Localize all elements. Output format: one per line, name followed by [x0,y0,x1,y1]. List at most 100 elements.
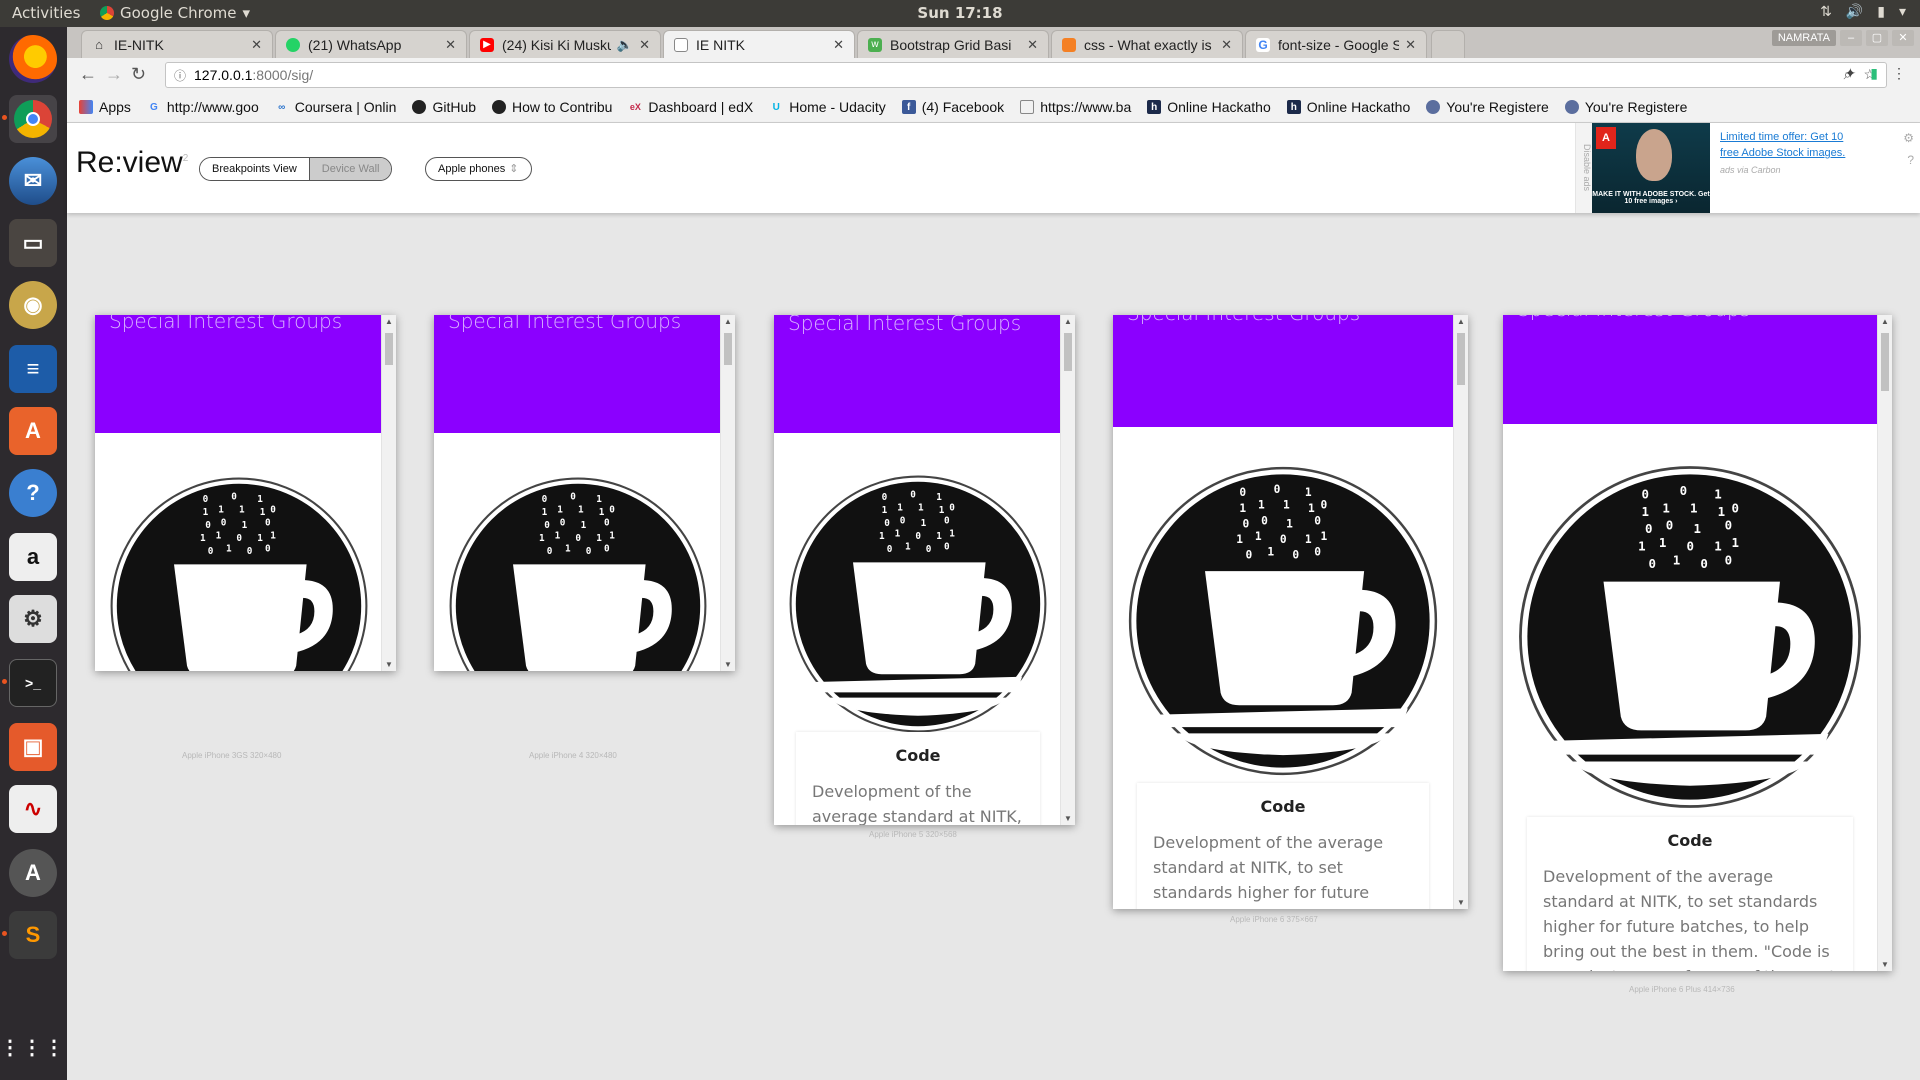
close-icon[interactable]: ✕ [445,37,456,53]
device-viewport[interactable]: Special Interest Groups [95,315,381,671]
screenshot-icon[interactable]: ▣ [9,723,57,771]
bookmark-item[interactable]: h Online Hackatho [1286,99,1410,115]
scroll-up-icon[interactable]: ▲ [385,317,393,326]
system-tray[interactable]: ⇅ 🔊 ▮ ▾ [1820,4,1906,20]
bookmark-item[interactable]: h Online Hackatho [1147,99,1271,115]
bookmark-item[interactable]: You're Registere [1426,99,1549,115]
help-icon[interactable]: ? [1907,153,1914,167]
amazon-icon[interactable]: a [9,533,57,581]
sig-card[interactable]: Code Development of the average standard… [1527,817,1853,971]
sublime-text-icon[interactable]: S [9,911,57,959]
scroll-down-icon[interactable]: ▼ [724,660,732,669]
bookmark-item[interactable]: Apps [79,99,131,115]
tab-4[interactable]: w Bootstrap Grid Basi ✕ [857,30,1049,58]
bookmark-item[interactable]: Ghttp://www.goo [147,99,259,115]
scrollbar[interactable]: ▲ ▼ [1453,315,1468,909]
scrollbar[interactable]: ▲ ▼ [1060,315,1075,825]
files-icon[interactable]: ▭ [9,219,57,267]
rhythmbox-icon[interactable]: ◉ [9,281,57,329]
scroll-down-icon[interactable]: ▼ [385,660,393,669]
new-tab-button[interactable] [1431,30,1465,58]
bookmark-item[interactable]: How to Contribu [492,99,612,115]
document-viewer-icon[interactable]: ∿ [9,785,57,833]
writer-icon[interactable]: ≡ [9,345,57,393]
clock[interactable]: Sun 17:18 [917,4,1002,22]
minimize-icon[interactable]: – [1840,30,1862,46]
maximize-icon[interactable]: ▢ [1866,30,1888,46]
breakpoints-view-button[interactable]: Breakpoints View [200,158,309,180]
tab-1[interactable]: (21) WhatsApp ✕ [275,30,467,58]
device-viewport[interactable]: Special Interest Groups Code Development… [774,315,1060,825]
menu-icon[interactable]: ⋮ [1892,65,1906,82]
scroll-up-icon[interactable]: ▲ [1064,317,1072,326]
close-icon[interactable]: ✕ [639,37,650,53]
bookmark-item[interactable]: f (4) Facebook [901,99,1004,115]
settings-icon[interactable]: ⚙ [1903,131,1914,145]
scrollbar[interactable]: ▲ ▼ [381,315,396,671]
chrome-dock-item[interactable] [9,95,57,143]
scrollbar-thumb[interactable] [724,333,732,365]
show-applications-icon[interactable]: ⋮⋮⋮ [0,1023,64,1071]
extension-icon[interactable]: ▮ [1870,65,1878,82]
ad-via[interactable]: ads via Carbon [1720,165,1781,175]
close-icon[interactable]: ✕ [1405,37,1416,53]
speaker-icon[interactable]: 🔈 [617,37,633,53]
software-updater-icon[interactable]: A [9,849,57,897]
profile-button[interactable]: NAMRATA [1771,30,1836,46]
bookmark-item[interactable]: GitHub [412,99,476,115]
sig-card[interactable]: Code Development of the average standard… [796,732,1040,825]
tab-2[interactable]: ▶ (24) Kisi Ki Musku 🔈 ✕ [469,30,661,58]
forward-icon[interactable]: → [105,64,123,85]
close-icon[interactable]: ✕ [833,37,844,53]
scroll-up-icon[interactable]: ▲ [1457,317,1465,326]
terminal-icon[interactable]: >_ [9,659,57,707]
close-icon[interactable]: ✕ [1027,37,1038,53]
ad-link[interactable]: Limited time offer: Get 10 free Adobe St… [1720,129,1865,161]
back-icon[interactable]: ← [79,64,97,85]
firefox-icon[interactable] [9,35,57,83]
device-viewport[interactable]: Special Interest Groups Code Development… [1113,315,1453,909]
scroll-down-icon[interactable]: ▼ [1064,814,1072,823]
close-window-icon[interactable]: ✕ [1892,30,1914,46]
scrollbar-thumb[interactable] [1457,333,1465,385]
bookmark-item[interactable]: ∞ Coursera | Onlin [275,99,396,115]
bookmark-item[interactable]: You're Registere [1564,99,1687,115]
sig-card[interactable]: Code Development of the average standard… [1137,783,1429,909]
tab-3[interactable]: IE NITK ✕ [663,30,855,58]
help-icon[interactable]: ? [9,469,57,517]
scroll-down-icon[interactable]: ▼ [1881,960,1889,969]
tab-strip: ⌂ IE-NITK ✕ (21) WhatsApp ✕ ▶ (24) Kisi … [67,27,1920,58]
device-wall-button[interactable]: Device Wall [308,158,392,180]
scrollbar-thumb[interactable] [1881,333,1889,391]
device-viewport[interactable]: Special Interest Groups Code Development… [1503,315,1877,971]
disable-ads-label[interactable]: Disable ads [1576,123,1592,213]
scroll-up-icon[interactable]: ▲ [1881,317,1889,326]
device-viewport[interactable]: Special Interest Groups [434,315,720,671]
battery-icon: ▮ [1877,4,1885,20]
close-icon[interactable]: ✕ [251,37,262,53]
scroll-down-icon[interactable]: ▼ [1457,898,1465,907]
app-menu[interactable]: Google Chrome ▾ [100,4,250,22]
tab-6[interactable]: G font-size - Google S ✕ [1245,30,1427,58]
info-icon[interactable]: ⓘ [174,67,186,84]
extension-icon[interactable]: ✦ [1845,65,1857,82]
bookmark-item[interactable]: https://www.ba [1020,99,1131,115]
scrollbar[interactable]: ▲ ▼ [720,315,735,671]
device-filter-select[interactable]: Apple phones ⇕ [425,157,532,181]
activities-button[interactable]: Activities [12,4,80,22]
scrollbar[interactable]: ▲ ▼ [1877,315,1892,971]
thunderbird-icon[interactable]: ✉ [9,157,57,205]
tab-0[interactable]: ⌂ IE-NITK ✕ [81,30,273,58]
bookmark-item[interactable]: eX Dashboard | edX [628,99,753,115]
settings-icon[interactable]: ⚙ [9,595,57,643]
software-center-icon[interactable]: A [9,407,57,455]
reload-icon[interactable]: ↻ [131,64,146,85]
ad-image[interactable]: A MAKE IT WITH ADOBE STOCK. Get 10 free … [1592,123,1710,213]
scrollbar-thumb[interactable] [385,333,393,365]
close-icon[interactable]: ✕ [1221,37,1232,53]
scrollbar-thumb[interactable] [1064,333,1072,371]
tab-5[interactable]: css - What exactly is ✕ [1051,30,1243,58]
bookmark-item[interactable]: U Home - Udacity [769,99,886,115]
address-bar[interactable]: ⓘ 127.0.0.1 :8000/sig/ ⌕ ☆ [165,62,1887,88]
scroll-up-icon[interactable]: ▲ [724,317,732,326]
